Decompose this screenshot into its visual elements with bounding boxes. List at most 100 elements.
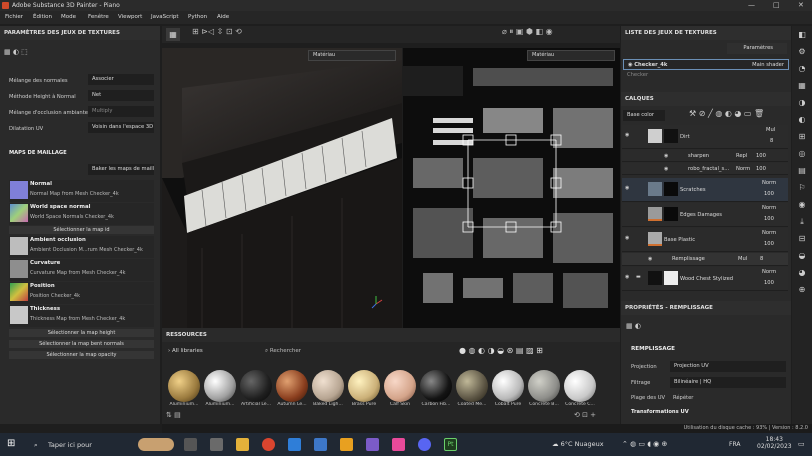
layer-tool-icons[interactable]: ⚒ ⊘ ╱ ◍ ◐ ◕ ▭ 🗑 (689, 109, 764, 118)
channel-select[interactable]: Base color (623, 110, 665, 121)
eye-icon[interactable]: ◉ (664, 166, 668, 172)
uv-wrap-value[interactable]: Répéter (673, 395, 693, 401)
layer-blend[interactable]: Norm (762, 269, 776, 275)
resource-item-8[interactable] (456, 370, 488, 402)
map-item-thickness[interactable]: Thickness Thickness Map from Mesh Checke… (9, 305, 154, 327)
close-icon[interactable]: ✕ (798, 0, 804, 11)
filtering-select[interactable]: Bilinéaire | HQ (670, 377, 786, 388)
ao-blend-select[interactable]: Multiply (88, 106, 154, 117)
app-icon[interactable] (366, 438, 379, 451)
maximize-icon[interactable]: □ (773, 0, 780, 11)
menu-javascript[interactable]: JavaScript (151, 11, 179, 24)
effect-sharpen[interactable]: ◉ sharpen Repl 100 (622, 150, 788, 162)
texset-row-checker[interactable]: Checker (627, 72, 648, 78)
resource-item-3[interactable] (276, 370, 308, 402)
eye-icon[interactable]: ◉ (625, 132, 629, 138)
resource-filter-icons[interactable]: ● ◍ ◐ ◑ ◒ ⊛ ▤ ▨ ⊞ (459, 346, 543, 355)
effect-blend[interactable]: Repl (736, 153, 747, 159)
system-tray-icons[interactable]: ⌃ ◍ ▭ ◖ ◉ ⊕ (622, 440, 667, 448)
layer-wood-chest[interactable]: ◉ ▬ Wood Chest Stylized Norm 100 (622, 267, 788, 291)
task-view-icon[interactable] (184, 438, 197, 451)
viewport2d-mode-select[interactable]: Matériau (527, 50, 615, 61)
eye-icon[interactable]: ◉ (625, 235, 629, 241)
search-input[interactable]: Rechercher (270, 348, 301, 354)
menu-mode[interactable]: Mode (61, 11, 76, 24)
resource-item-0[interactable] (168, 370, 200, 402)
resource-item-7[interactable] (420, 370, 452, 402)
resource-item-6[interactable] (384, 370, 416, 402)
uv-tools-icons[interactable]: ⊞ ⊳◁ ⇳ ⊡ ⟲ (192, 27, 242, 36)
layer-blend[interactable]: Norm (762, 180, 776, 186)
discord-icon[interactable] (418, 438, 431, 451)
shelf-icons[interactable]: ◧ ⚙ ◔ ▦ ◑ ◐ ⊞ ◎ ▤ ⚐ ◉ ⤓ ⊟ ◒ ◕ ⊕ (792, 26, 812, 298)
layer-opacity[interactable]: 8 (770, 138, 773, 144)
app-icon[interactable] (392, 438, 405, 451)
uv-transform-section[interactable]: Transformations UV (631, 409, 689, 415)
bake-maps-button[interactable]: Baker les maps de maillage (88, 164, 154, 175)
select-bent-normals-button[interactable]: Sélectionner la map bent normals (9, 340, 154, 348)
select-height-map-button[interactable]: Sélectionner la map height (9, 329, 154, 337)
resource-item-2[interactable] (240, 370, 272, 402)
vscode-icon[interactable] (288, 438, 301, 451)
menu-fichier[interactable]: Fichier (5, 11, 23, 24)
map-item-world-space-normal[interactable]: World space normal World Space Normals C… (9, 203, 154, 225)
render-tools-icons[interactable]: ⌀ ⏸ ▣ ⬢ ◧ ◉ (502, 27, 553, 37)
eye-icon[interactable]: ◉ (625, 274, 629, 280)
layer-opacity[interactable]: 100 (764, 280, 774, 286)
panel-tab-icons[interactable]: ▦ ◐ ⬚ (4, 48, 44, 58)
height-normal-select[interactable]: Net (88, 90, 154, 101)
resource-item-10[interactable] (528, 370, 560, 402)
menu-aide[interactable]: Aide (217, 11, 229, 24)
library-breadcrumb[interactable]: › All libraries (168, 348, 203, 354)
app-icon[interactable] (340, 438, 353, 451)
eye-icon[interactable]: ◉ (664, 153, 668, 159)
properties-tab-icons[interactable]: ▦ ◐ (626, 322, 641, 330)
taskbar-news-widget-icon[interactable] (138, 438, 174, 451)
select-id-map-button[interactable]: Sélectionner la map id (9, 226, 154, 234)
menu-edition[interactable]: Édition (33, 11, 52, 24)
effect-opacity[interactable]: 100 (756, 153, 766, 159)
normal-blend-select[interactable]: Associer (88, 74, 154, 85)
menu-viewport[interactable]: Viewport (118, 11, 142, 24)
effect-robo-fractal[interactable]: ◉ robo_fractal_s... Norm 100 (622, 163, 788, 175)
effect-opacity[interactable]: 100 (756, 166, 766, 172)
resource-view-icons[interactable]: ⇅ ▤ (166, 411, 181, 419)
taskbar-search[interactable]: ⌕ Taper ici pour (28, 436, 148, 455)
projection-select[interactable]: Projection UV (670, 361, 786, 372)
menu-python[interactable]: Python (188, 11, 207, 24)
layer-scratches[interactable]: ◉ Scratches Norm 100 (622, 178, 788, 202)
notifications-icon[interactable]: ▭ (798, 440, 805, 448)
eye-icon[interactable]: ◉ (648, 256, 652, 262)
store-icon[interactable] (210, 438, 223, 451)
layer-blend[interactable]: Norm (762, 230, 776, 236)
menu-fenetre[interactable]: Fenêtre (88, 11, 109, 24)
layer-blend[interactable]: Norm (762, 205, 776, 211)
minimize-icon[interactable]: — (748, 0, 755, 11)
map-item-curvature[interactable]: Curvature Curvature Map from Mesh Checke… (9, 259, 154, 281)
map-item-ambient-occlusion[interactable]: Ambient occlusion Ambient Occlusion M...… (9, 236, 154, 258)
resource-item-9[interactable] (492, 370, 524, 402)
uv-dilation-select[interactable]: Voisin dans l'espace 3D (88, 122, 154, 133)
effect-fill[interactable]: ◉ Remplissage Mul 8 (622, 253, 788, 266)
effect-opacity[interactable]: 8 (760, 256, 763, 262)
file-explorer-icon[interactable] (236, 438, 249, 451)
weather-widget[interactable]: ☁ 6°C Nuageux (552, 440, 604, 448)
effect-blend[interactable]: Norm (736, 166, 750, 172)
resource-item-5[interactable] (348, 370, 380, 402)
viewport3d-mode-select[interactable]: Matériau (308, 50, 396, 61)
layer-opacity[interactable]: 100 (764, 241, 774, 247)
substance-painter-taskbar-icon[interactable]: Pt (444, 438, 457, 451)
texset-row-checker4k[interactable]: ◉ Checker_4k Main shader (623, 59, 789, 70)
layer-blend[interactable]: Mul (766, 127, 775, 133)
grid-view-icon[interactable]: ▦ (166, 28, 180, 41)
map-item-normal[interactable]: Normal Normal Map from Mesh Checker_4k (9, 180, 154, 202)
language-indicator[interactable]: FRA (729, 441, 740, 448)
parameters-button[interactable]: Paramètres (727, 43, 787, 54)
layer-dirt[interactable]: ◉ Dirt Mul 8 (622, 125, 788, 149)
resource-item-11[interactable] (564, 370, 596, 402)
windows-start-icon[interactable]: ⊞ (7, 438, 15, 449)
effect-blend[interactable]: Mul (738, 256, 747, 262)
clock[interactable]: 18:43 02/02/2023 (757, 436, 792, 450)
eye-icon[interactable]: ◉ (628, 62, 633, 68)
layer-opacity[interactable]: 100 (764, 216, 774, 222)
